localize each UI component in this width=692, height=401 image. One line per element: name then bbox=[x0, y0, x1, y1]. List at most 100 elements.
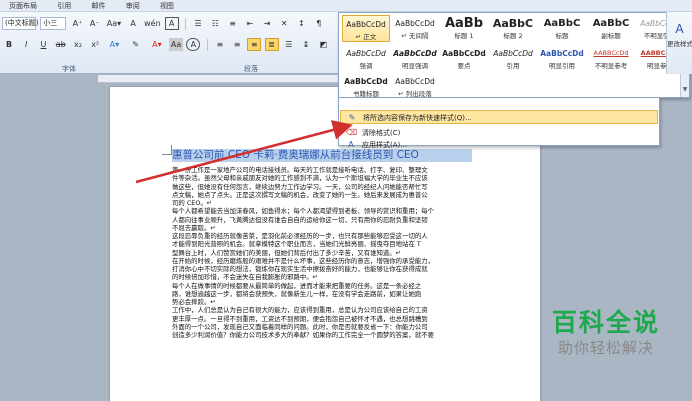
decrease-indent-icon[interactable]: ⇤ bbox=[243, 17, 257, 30]
document-body[interactable]: 第一份工作是一家地产公司的电话接线员。每天的工作就是接听电话、打字、复印、整理文… bbox=[172, 166, 526, 339]
selected-title-text[interactable]: 惠普公司前 CEO 卡莉·费奥瑞娜从前台接线员到 CEO bbox=[172, 149, 472, 162]
style-cell[interactable]: AaBbCcDd 明显强调 bbox=[391, 45, 439, 72]
style-cell[interactable]: AaBbC 标题 2 bbox=[489, 15, 537, 42]
apply-styles-label: 应用样式(A)... bbox=[362, 141, 407, 149]
paragraph-line: 的时候倍加珍惜，不会迷失在自我膨胀的邪路中。↵ bbox=[172, 273, 318, 282]
multilevel-list-icon[interactable]: ≡ bbox=[226, 17, 240, 30]
style-sample: AaBbC bbox=[592, 18, 630, 29]
superscript-icon[interactable]: x² bbox=[88, 38, 102, 51]
shading-icon[interactable]: ◩ bbox=[316, 38, 330, 51]
style-cell[interactable]: AaBbCcDd 要点 bbox=[440, 45, 488, 72]
chinese-layout-icon[interactable]: ✕ bbox=[277, 17, 291, 30]
style-sample: AaBbC bbox=[543, 18, 581, 29]
font-name-combo[interactable]: (中文标题) bbox=[2, 17, 38, 30]
watermark-subtitle: 助你轻松解决 bbox=[557, 339, 654, 357]
style-cell[interactable]: AaBbCcDd ↵ 列出段落 bbox=[391, 73, 439, 100]
style-sample: AaBbCcDd bbox=[393, 49, 437, 58]
paragraph-line: 点文稿，她点了点头。正是这次撰写文稿的机会，改变了她的一生。她后来发展成为惠普公 bbox=[172, 190, 428, 199]
style-sample: AaBb bbox=[444, 16, 484, 30]
style-name: ↵ 无间隔 bbox=[401, 32, 429, 40]
gallery-row-1: AaBbCcDd ↵ 正文 AaBbCcDd ↵ 无间隔 AaBb 标题 1 AaBbC 标题… bbox=[342, 15, 688, 42]
subscript-icon[interactable]: x₂ bbox=[71, 38, 85, 51]
italic-icon[interactable]: I bbox=[19, 38, 33, 51]
style-cell[interactable]: AaBbCcDd 强调 bbox=[342, 45, 390, 72]
margin-corner-mark bbox=[162, 145, 172, 155]
style-cell[interactable]: AaBbCcDd 书籍标题 bbox=[342, 73, 390, 100]
enclose-char-icon[interactable]: A bbox=[186, 38, 201, 51]
underline-icon[interactable]: U bbox=[36, 38, 50, 51]
highlight-icon[interactable]: ✎ bbox=[127, 38, 145, 51]
distributed-icon[interactable]: ☰ bbox=[282, 38, 296, 51]
paragraph-line: 势必会摔跤。↵ bbox=[172, 298, 216, 306]
change-styles-label: 更改样式 bbox=[667, 40, 692, 48]
save-selection-as-quick-style[interactable]: ✎ 将所选内容保存为新快速样式(Q)... bbox=[340, 110, 658, 124]
style-cell[interactable]: AaBbCcDd ↵ 无间隔 bbox=[391, 15, 439, 42]
grow-font-icon[interactable]: A⁺ bbox=[70, 17, 84, 30]
tab-references[interactable]: 引用 bbox=[48, 0, 80, 11]
style-cell[interactable]: AABBCcDd 不明显参考 bbox=[587, 45, 635, 72]
shrink-font-icon[interactable]: A⁻ bbox=[88, 17, 102, 30]
style-name: 引用 bbox=[506, 62, 520, 70]
bullets-icon[interactable]: ☰ bbox=[191, 17, 205, 30]
paragraph-line: 工作中，人们总是认为自己有很大的能力，应该得到重用，总是认为公司应该给自己的工资 bbox=[172, 306, 428, 315]
paragraph-line: 创造多少利润价值？你能力公司技术多大的奉献？如果你的工作完全一个圆梦的答案，就不… bbox=[172, 331, 435, 339]
paragraph-line: 每个人都希望能去当加沫春风，如鱼得水；每个人都渴望得到老板、领导的赏识和重用；每… bbox=[172, 207, 435, 216]
style-sample: AaBbC bbox=[492, 17, 534, 30]
paragraph-line: 件等杂活。虽然父母和亲戚朋友对她的工作感到不满，认为一个斯坦福大学的毕业生不应该 bbox=[172, 174, 428, 183]
paragraph-line: 这段忍辱负重的经历就像苦菜，是羽化前必须经历的一步，也只有那些能够忍受这一切的人 bbox=[172, 232, 428, 240]
sort-icon[interactable]: ↕ bbox=[295, 17, 309, 30]
clear-formatting-item[interactable]: ⌫ 清除格式(C) bbox=[340, 126, 658, 140]
numbering-icon[interactable]: ☷ bbox=[208, 17, 222, 30]
style-cell[interactable]: AaBbC 副标题 bbox=[587, 15, 635, 42]
style-name: 明显引用 bbox=[549, 62, 575, 70]
align-right-icon[interactable]: ≡ bbox=[247, 38, 262, 51]
separator bbox=[184, 17, 186, 30]
style-sample: AaBbCcDd bbox=[442, 49, 486, 58]
paragraph-line: 第一份工作是一家地产公司的电话接线员。每天的工作就是接听电话、打字、复印、整理文 bbox=[172, 166, 428, 174]
scroll-down-icon[interactable]: ▼ bbox=[681, 85, 689, 95]
align-left-icon[interactable]: ≡ bbox=[213, 38, 227, 51]
paragraph-line: 外面的一个公司，发现自己又面临着同样的问题。此时，你是否就要反省一下：你能力公司 bbox=[172, 322, 428, 331]
clear-format-icon[interactable]: A bbox=[126, 17, 140, 30]
align-center-icon[interactable]: ≡ bbox=[230, 38, 244, 51]
style-cell[interactable]: AaBb 标题 1 bbox=[440, 15, 488, 42]
style-sample: AaBbCcDd bbox=[540, 49, 584, 58]
char-border-icon[interactable]: A bbox=[164, 17, 179, 30]
style-sample: AaBbCcDd bbox=[493, 49, 533, 58]
paragraph-line: 打消你心中不切实际的想法，锻炼你在现实生活中擦拨奋好的能力，也能够让你在获得成就 bbox=[172, 265, 428, 273]
style-cell[interactable]: AaBbCcDd 引用 bbox=[489, 45, 537, 72]
menu-tab-bar: 页面布局 引用 邮件 审阅 视图 bbox=[0, 0, 692, 12]
gallery-row-2: AaBbCcDd 强调 AaBbCcDd 明显强调 AaBbCcDd 要点 AaBbCcDd… bbox=[342, 45, 688, 72]
apply-styles-item[interactable]: A 应用样式(A)... bbox=[340, 140, 658, 150]
font-color-icon[interactable]: A▾ bbox=[148, 38, 166, 51]
phonetic-guide-icon[interactable]: wén bbox=[143, 17, 161, 30]
increase-indent-icon[interactable]: ⇥ bbox=[260, 17, 274, 30]
text-effects-icon[interactable]: A▾ bbox=[105, 38, 123, 51]
justify-icon[interactable]: ≣ bbox=[264, 38, 279, 51]
font-group-label: 字体 bbox=[62, 65, 76, 73]
style-cell[interactable]: AaBbCcDd ↵ 正文 bbox=[342, 15, 390, 42]
line-spacing-icon[interactable]: ↨ bbox=[299, 38, 313, 51]
paragraph-line: 路，谁想逾越这一步，都将会获预失，就像新生儿一样，在没有学会走路前，如果让她跑 bbox=[172, 289, 422, 298]
style-sample: AaBbCcDd bbox=[344, 77, 388, 86]
show-marks-icon[interactable]: ¶ bbox=[312, 17, 326, 30]
change-case-icon[interactable]: Aa▾ bbox=[105, 17, 123, 30]
tab-page-layout[interactable]: 页面布局 bbox=[0, 0, 46, 11]
font-row-1: (中文标题) 小三 A⁺ A⁻ Aa▾ A wén A ☰ ☷ ≡ ⇤ ⇥ ✕ … bbox=[2, 17, 327, 31]
font-size-combo[interactable]: 小三 bbox=[40, 17, 67, 30]
strikethrough-icon[interactable]: ab bbox=[54, 38, 68, 51]
tab-review[interactable]: 审阅 bbox=[117, 0, 149, 11]
change-styles-button[interactable]: A 更改样式 bbox=[666, 12, 692, 74]
style-cell[interactable]: AaBbC 标题 bbox=[538, 15, 586, 42]
tab-view[interactable]: 视图 bbox=[151, 0, 183, 11]
tab-mailings[interactable]: 邮件 bbox=[82, 0, 114, 11]
watermark-title: 百科全说 bbox=[551, 308, 660, 337]
paragraph-line: 人都向往事业顺升，飞黄腾达但没有谁会自自的运给你这一切，只有用你的忍耐负重和坚韧 bbox=[172, 215, 428, 224]
save-selection-label: 将所选内容保存为新快速样式(Q)... bbox=[363, 114, 472, 122]
char-shading-icon[interactable]: Aa bbox=[169, 38, 184, 51]
style-cell[interactable]: AaBbCcDd 明显引用 bbox=[538, 45, 586, 72]
separator bbox=[206, 38, 208, 51]
style-name: ↵ 正文 bbox=[355, 33, 377, 41]
paragraph-line: 在开始的时候，经历磨炼般的艰难并不是什么坏事，这些经历你的意志，增强你的承受能力… bbox=[172, 256, 435, 265]
bold-icon[interactable]: B bbox=[2, 38, 16, 51]
